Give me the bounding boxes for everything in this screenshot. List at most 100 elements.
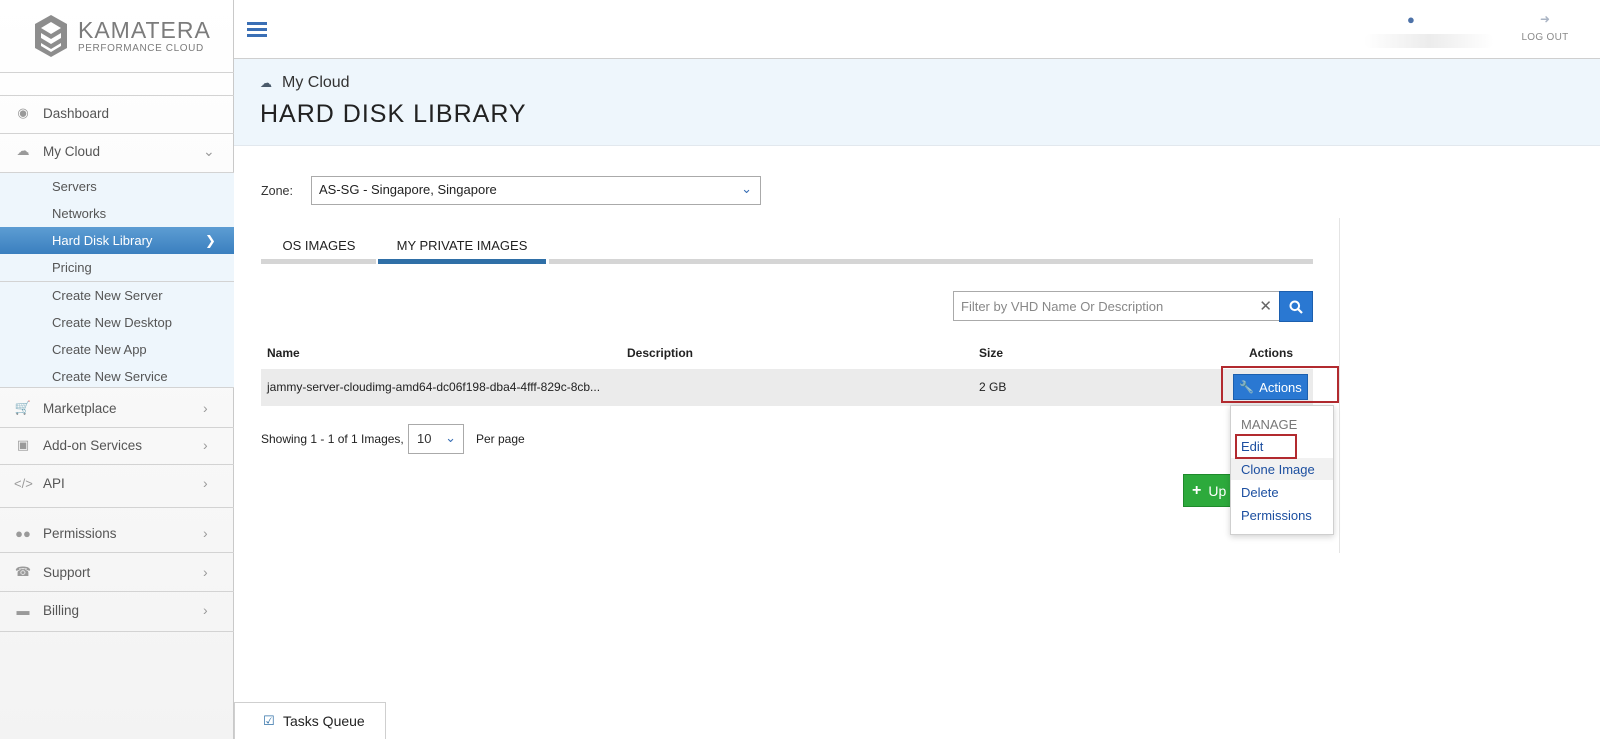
chevron-right-icon: ›: [203, 475, 208, 491]
logout-icon: ➜: [1539, 12, 1551, 26]
chevron-down-icon: ⌄: [445, 430, 456, 445]
column-header-size: Size: [979, 346, 1004, 360]
menu-item-label: Permissions: [1241, 507, 1312, 523]
user-menu[interactable]: ●: [1364, 10, 1504, 52]
submenu-item-label: Create New Desktop: [52, 315, 172, 330]
cloud-icon: ☁: [16, 143, 30, 158]
chevron-right-icon: ›: [203, 400, 208, 416]
page-header: ☁ My Cloud HARD DISK LIBRARY: [234, 59, 1600, 146]
brand-name: KAMATERA: [78, 17, 211, 43]
top-bar: ● ➜ LOG OUT: [234, 0, 1600, 59]
submenu-item-create-new-app[interactable]: Create New App: [0, 336, 234, 363]
submenu-item-networks[interactable]: Networks: [0, 200, 234, 227]
sidebar-item-label: API: [43, 475, 65, 491]
clear-icon[interactable]: ✕: [1259, 297, 1272, 315]
submenu-item-label: Pricing: [52, 260, 92, 275]
sidebar-divider: [0, 631, 234, 632]
column-header-actions: Actions: [1249, 346, 1294, 360]
upload-button-label: Up: [1208, 482, 1227, 499]
sidebar-item-label: Permissions: [43, 525, 117, 541]
hamburger-menu-icon[interactable]: [247, 22, 267, 38]
submenu-item-label: Networks: [52, 206, 107, 221]
my-cloud-submenu: Servers Networks Hard Disk Library ❯ Pri…: [0, 172, 234, 388]
menu-item-label: Delete: [1241, 484, 1279, 500]
code-icon: </>: [14, 475, 33, 491]
chevron-down-icon: ⌄: [203, 142, 215, 159]
sidebar-item-marketplace[interactable]: 🛒 Marketplace ›: [0, 390, 234, 426]
tab-label: OS IMAGES: [282, 237, 356, 253]
chevron-right-icon: ›: [203, 564, 208, 580]
plus-icon: +: [1192, 481, 1202, 499]
tab-underline-active: [378, 259, 546, 264]
submenu-item-label: Create New App: [52, 342, 147, 357]
menu-item-clone-image[interactable]: Clone Image: [1231, 458, 1333, 480]
sidebar-item-api[interactable]: </> API ›: [0, 465, 234, 501]
zone-select[interactable]: AS-SG - Singapore, Singapore ⌄: [311, 176, 761, 205]
cart-icon: 🛒: [14, 400, 32, 415]
submenu-item-create-new-server[interactable]: Create New Server: [0, 282, 234, 309]
sidebar: KAMATERA PERFORMANCE CLOUD ◉ Dashboard ☁…: [0, 0, 234, 739]
sidebar-item-support[interactable]: ☎ Support ›: [0, 554, 234, 590]
submenu-item-label: Hard Disk Library: [52, 233, 153, 248]
submenu-item-servers[interactable]: Servers: [0, 173, 234, 200]
headset-icon: ☎: [14, 564, 32, 579]
chevron-right-icon: ›: [203, 437, 208, 453]
logout-label: LOG OUT: [1521, 32, 1569, 43]
sidebar-item-label: Support: [43, 564, 91, 580]
filter-input[interactable]: [954, 292, 1244, 320]
dashboard-icon: ◉: [17, 105, 29, 120]
chevron-right-icon: ❯: [205, 232, 216, 248]
sidebar-item-label: Add-on Services: [43, 437, 143, 453]
sidebar-item-billing[interactable]: ▬ Billing ›: [0, 592, 234, 628]
user-icon: ●: [1407, 12, 1415, 27]
credit-card-icon: ▬: [16, 602, 30, 618]
actions-button-label: Actions: [1259, 379, 1302, 395]
sidebar-item-my-cloud[interactable]: ☁ My Cloud ⌄: [0, 133, 234, 169]
chevron-right-icon: ›: [203, 525, 208, 541]
zone-label: Zone:: [261, 184, 293, 198]
submenu-item-label: Create New Server: [52, 288, 163, 303]
per-page-label: Per page: [476, 432, 525, 446]
tab-underline: [549, 259, 1313, 264]
sidebar-item-label: Marketplace: [43, 400, 117, 416]
search-button[interactable]: [1279, 291, 1313, 322]
users-icon: ●●: [15, 525, 31, 541]
sidebar-item-label: Billing: [43, 602, 80, 618]
puzzle-icon: ▣: [16, 437, 30, 452]
checkbox-icon: ☑: [263, 713, 275, 728]
tab-label: MY PRIVATE IMAGES: [396, 237, 528, 253]
tasks-queue-button[interactable]: ☑ Tasks Queue: [234, 702, 386, 739]
zone-selected-value: AS-SG - Singapore, Singapore: [319, 182, 497, 197]
image-size-cell: 2 GB: [979, 380, 1007, 394]
sidebar-item-permissions[interactable]: ●● Permissions ›: [0, 515, 234, 551]
submenu-item-label: Servers: [52, 179, 97, 194]
submenu-item-create-new-service[interactable]: Create New Service: [0, 363, 234, 390]
per-page-select[interactable]: 10 ⌄: [408, 424, 464, 454]
kamatera-logo[interactable]: KAMATERA PERFORMANCE CLOUD: [34, 14, 214, 60]
logout-button[interactable]: ➜ LOG OUT: [1515, 12, 1575, 43]
column-header-description: Description: [627, 346, 694, 360]
highlight-box-edit: [1235, 434, 1297, 459]
submenu-item-hard-disk-library[interactable]: Hard Disk Library ❯: [0, 227, 234, 254]
submenu-item-pricing[interactable]: Pricing: [0, 254, 234, 281]
pagination-summary: Showing 1 - 1 of 1 Images,: [261, 432, 404, 446]
submenu-item-create-new-desktop[interactable]: Create New Desktop: [0, 309, 234, 336]
page-title: HARD DISK LIBRARY: [260, 100, 527, 128]
menu-item-delete[interactable]: Delete: [1231, 481, 1333, 503]
per-page-value: 10: [417, 431, 432, 446]
kamatera-logo-icon: [35, 15, 67, 57]
tasks-queue-label: Tasks Queue: [283, 713, 365, 729]
menu-item-permissions[interactable]: Permissions: [1231, 504, 1333, 526]
breadcrumb-label: My Cloud: [282, 74, 350, 91]
filter-box: ✕: [953, 291, 1281, 321]
brand-tagline: PERFORMANCE CLOUD: [78, 43, 204, 54]
menu-item-label: Clone Image: [1241, 461, 1315, 477]
actions-dropdown-menu: MANAGE Edit Clone Image Delete Permissio…: [1230, 405, 1334, 535]
tab-underline: [261, 259, 376, 264]
actions-button[interactable]: 🔧 Actions: [1233, 374, 1308, 400]
submenu-item-label: Create New Service: [52, 369, 168, 384]
sidebar-divider: [0, 72, 234, 73]
sidebar-item-addon-services[interactable]: ▣ Add-on Services ›: [0, 427, 234, 463]
sidebar-item-dashboard[interactable]: ◉ Dashboard: [0, 95, 234, 131]
user-name-redacted: [1364, 34, 1494, 48]
